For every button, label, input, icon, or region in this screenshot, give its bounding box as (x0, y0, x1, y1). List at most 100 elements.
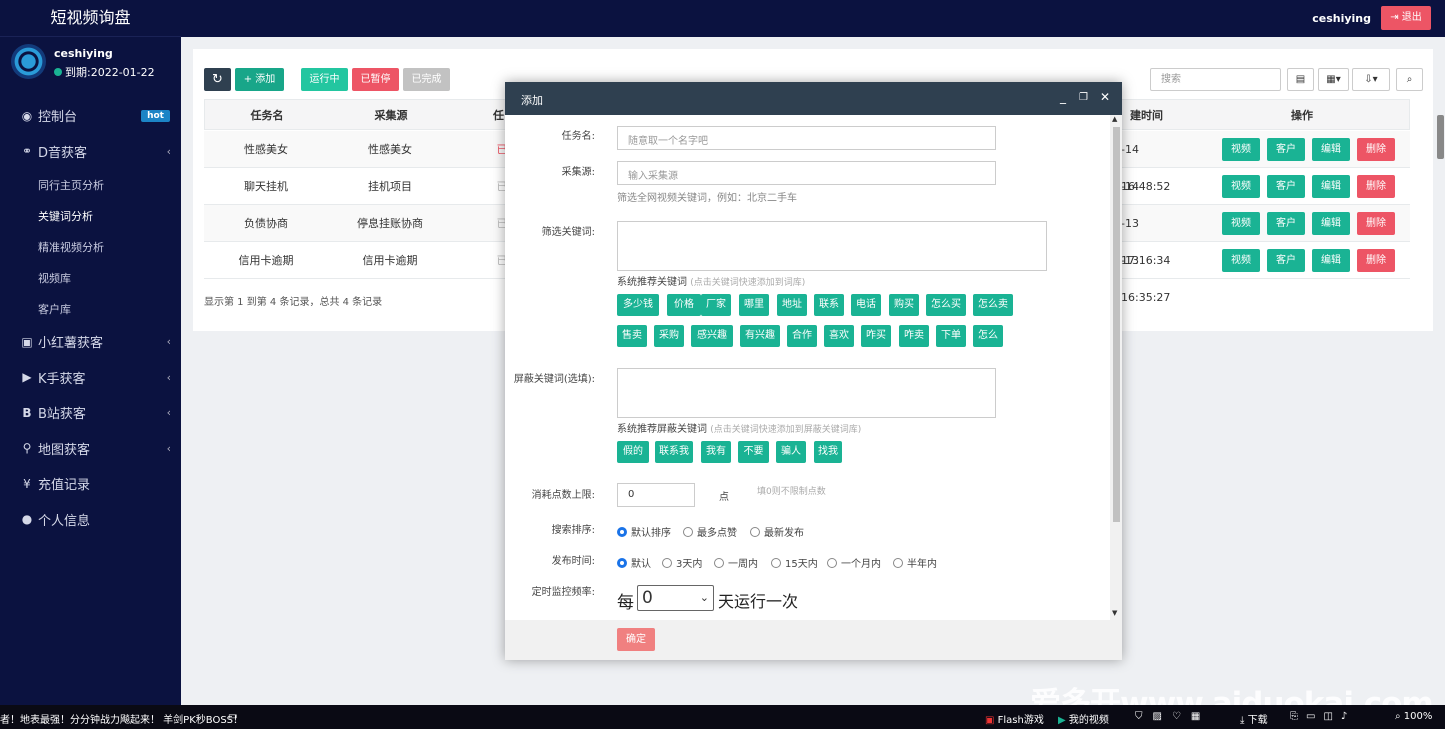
menu-profile[interactable]: ● 个人信息 (0, 502, 181, 538)
filter-paused-button[interactable]: 已暂停 (352, 68, 399, 91)
menu-kuai[interactable]: ▶ K手获客 ‹ (0, 360, 181, 396)
block-keyword-tag[interactable]: 不要 (738, 441, 769, 463)
columns-icon[interactable]: ▦▾ (1318, 68, 1349, 91)
radio-option[interactable]: 默认排序 (617, 524, 671, 539)
screen-icon[interactable]: ▭ (228, 711, 237, 722)
block-keyword-tag[interactable]: 联系我 (655, 441, 693, 463)
avatar[interactable] (11, 44, 46, 79)
rec-keyword-tag[interactable]: 怎么 (973, 325, 1003, 347)
delete-button[interactable]: 删除 (1357, 212, 1395, 235)
submenu-keyword-analysis[interactable]: 关键词分析 (0, 200, 181, 231)
rec-keyword-tag[interactable]: 地址 (777, 294, 807, 316)
radio-option[interactable]: 3天内 (662, 555, 702, 570)
add-button[interactable]: + 添加 (235, 68, 284, 91)
radio-option[interactable]: 默认 (617, 555, 651, 570)
edit-button[interactable]: 编辑 (1312, 212, 1350, 235)
menu-douyin[interactable]: ⚭ D音获客 ‹ (0, 134, 181, 170)
radio-option[interactable]: 一个月内 (827, 555, 881, 570)
zoom-level[interactable]: ⌕ 100% (1395, 711, 1432, 722)
rec-keyword-tag[interactable]: 购买 (889, 294, 919, 316)
radio-option[interactable]: 半年内 (893, 555, 937, 570)
block-keyword-tag[interactable]: 骗人 (776, 441, 806, 463)
submenu-peer-analysis[interactable]: 同行主页分析 (0, 169, 181, 200)
rec-keyword-tag[interactable]: 喜欢 (824, 325, 854, 347)
rec-keyword-tag[interactable]: 合作 (787, 325, 817, 347)
search-input[interactable]: 搜索 (1150, 68, 1281, 91)
customer-button[interactable]: 客户 (1267, 212, 1305, 235)
rec-keyword-tag[interactable]: 下单 (936, 325, 966, 347)
menu-map[interactable]: ⚲ 地图获客 ‹ (0, 431, 181, 467)
radio-option[interactable]: 15天内 (771, 555, 818, 570)
block-keyword-tag[interactable]: 找我 (814, 441, 842, 463)
filter-keywords-textarea[interactable] (617, 221, 1047, 271)
my-videos[interactable]: ▶ 我的视频 (1058, 711, 1109, 726)
submenu-customer-library[interactable]: 客户库 (0, 293, 181, 324)
edit-button[interactable]: 编辑 (1312, 138, 1350, 161)
rec-keyword-tag[interactable]: 多少钱 (617, 294, 659, 316)
block-keyword-tag[interactable]: 我有 (701, 441, 731, 463)
rec-keyword-tag[interactable]: 采购 (654, 325, 684, 347)
list-view-icon[interactable]: ▤ (1287, 68, 1314, 91)
radio-option[interactable]: 最新发布 (750, 524, 804, 539)
radio-option[interactable]: 一周内 (714, 555, 758, 570)
delete-button[interactable]: 删除 (1357, 175, 1395, 198)
delete-button[interactable]: 删除 (1357, 249, 1395, 272)
scroll-up-icon[interactable]: ▲ (1112, 115, 1117, 123)
submenu-video-analysis[interactable]: 精准视频分析 (0, 231, 181, 262)
refresh-button[interactable]: ↻ (204, 68, 231, 91)
scroll-down-icon[interactable]: ▼ (1112, 609, 1117, 617)
export-icon[interactable]: ⇩▾ (1352, 68, 1390, 91)
menu-recharge[interactable]: ¥ 充值记录 (0, 466, 181, 502)
radio-option[interactable]: 最多点赞 (683, 524, 737, 539)
logout-button[interactable]: ⇥ 退出 (1381, 6, 1431, 30)
source-input[interactable]: 输入采集源 (617, 161, 996, 185)
menu-xhs[interactable]: ▣ 小红薯获客 ‹ (0, 324, 181, 360)
confirm-button[interactable]: 确定 (617, 628, 655, 651)
video-button[interactable]: 视频 (1222, 249, 1260, 272)
scroll-thumb[interactable] (1113, 127, 1120, 522)
rec-keyword-tag[interactable]: 有兴趣 (740, 325, 780, 347)
rec-keyword-tag[interactable]: 价格 (667, 294, 701, 316)
news-ticker[interactable]: 者！地表最强！分分钟战力飚起来！ 羊剑PK秒BOSS！ (0, 711, 243, 726)
menu-dashboard[interactable]: ◉ 控制台 hot (0, 98, 181, 134)
menu-bili[interactable]: B B站获客 ‹ (0, 395, 181, 431)
dialog-scrollbar[interactable]: ▲ ▼ (1110, 115, 1122, 620)
rec-keyword-tag[interactable]: 售卖 (617, 325, 647, 347)
customer-button[interactable]: 客户 (1267, 249, 1305, 272)
rec-keyword-tag[interactable]: 感兴趣 (691, 325, 733, 347)
video-button[interactable]: 视频 (1222, 175, 1260, 198)
rec-keyword-tag[interactable]: 哪里 (739, 294, 769, 316)
edit-button[interactable]: 编辑 (1312, 175, 1350, 198)
customer-button[interactable]: 客户 (1267, 138, 1305, 161)
search-icon[interactable]: ⌕ (1396, 68, 1423, 91)
rec-keyword-tag[interactable]: 电话 (851, 294, 881, 316)
rec-keyword-tag[interactable]: 厂家 (701, 294, 731, 316)
page-scrollbar[interactable] (1437, 115, 1444, 159)
video-button[interactable]: 视频 (1222, 138, 1260, 161)
filter-done-button[interactable]: 已完成 (403, 68, 450, 91)
delete-button[interactable]: 删除 (1357, 138, 1395, 161)
rec-keyword-tag[interactable]: 联系 (814, 294, 844, 316)
rec-keyword-tag[interactable]: 怎么卖 (973, 294, 1013, 316)
maximize-icon[interactable]: ❐ (1079, 92, 1088, 103)
minimize-icon[interactable]: _ (1060, 90, 1066, 104)
topbar-user[interactable]: ceshiying (1312, 12, 1371, 25)
tray-icons[interactable]: ⛉▨♡▦ (1135, 711, 1210, 722)
rec-keyword-tag[interactable]: 咋买 (861, 325, 891, 347)
rec-keyword-tag[interactable]: 怎么买 (926, 294, 966, 316)
points-input[interactable]: 0 (617, 483, 695, 507)
block-keyword-tag[interactable]: 假的 (617, 441, 649, 463)
rec-keyword-tag[interactable]: 咋卖 (899, 325, 929, 347)
flash-games[interactable]: ▣ Flash游戏 (985, 711, 1044, 726)
task-name-input[interactable]: 随意取一个名字吧 (617, 126, 996, 150)
customer-button[interactable]: 客户 (1267, 175, 1305, 198)
video-button[interactable]: 视频 (1222, 212, 1260, 235)
tray-icons-2[interactable]: ⎘▭◫♪ (1290, 711, 1355, 722)
submenu-video-library[interactable]: 视频库 (0, 262, 181, 293)
close-icon[interactable]: ✕ (1100, 90, 1110, 104)
download[interactable]: ⤓ 下载 (1240, 711, 1268, 726)
filter-running-button[interactable]: 运行中 (301, 68, 348, 91)
block-keywords-textarea[interactable] (617, 368, 996, 418)
frequency-select[interactable]: 0 ⌄ (637, 585, 714, 611)
edit-button[interactable]: 编辑 (1312, 249, 1350, 272)
